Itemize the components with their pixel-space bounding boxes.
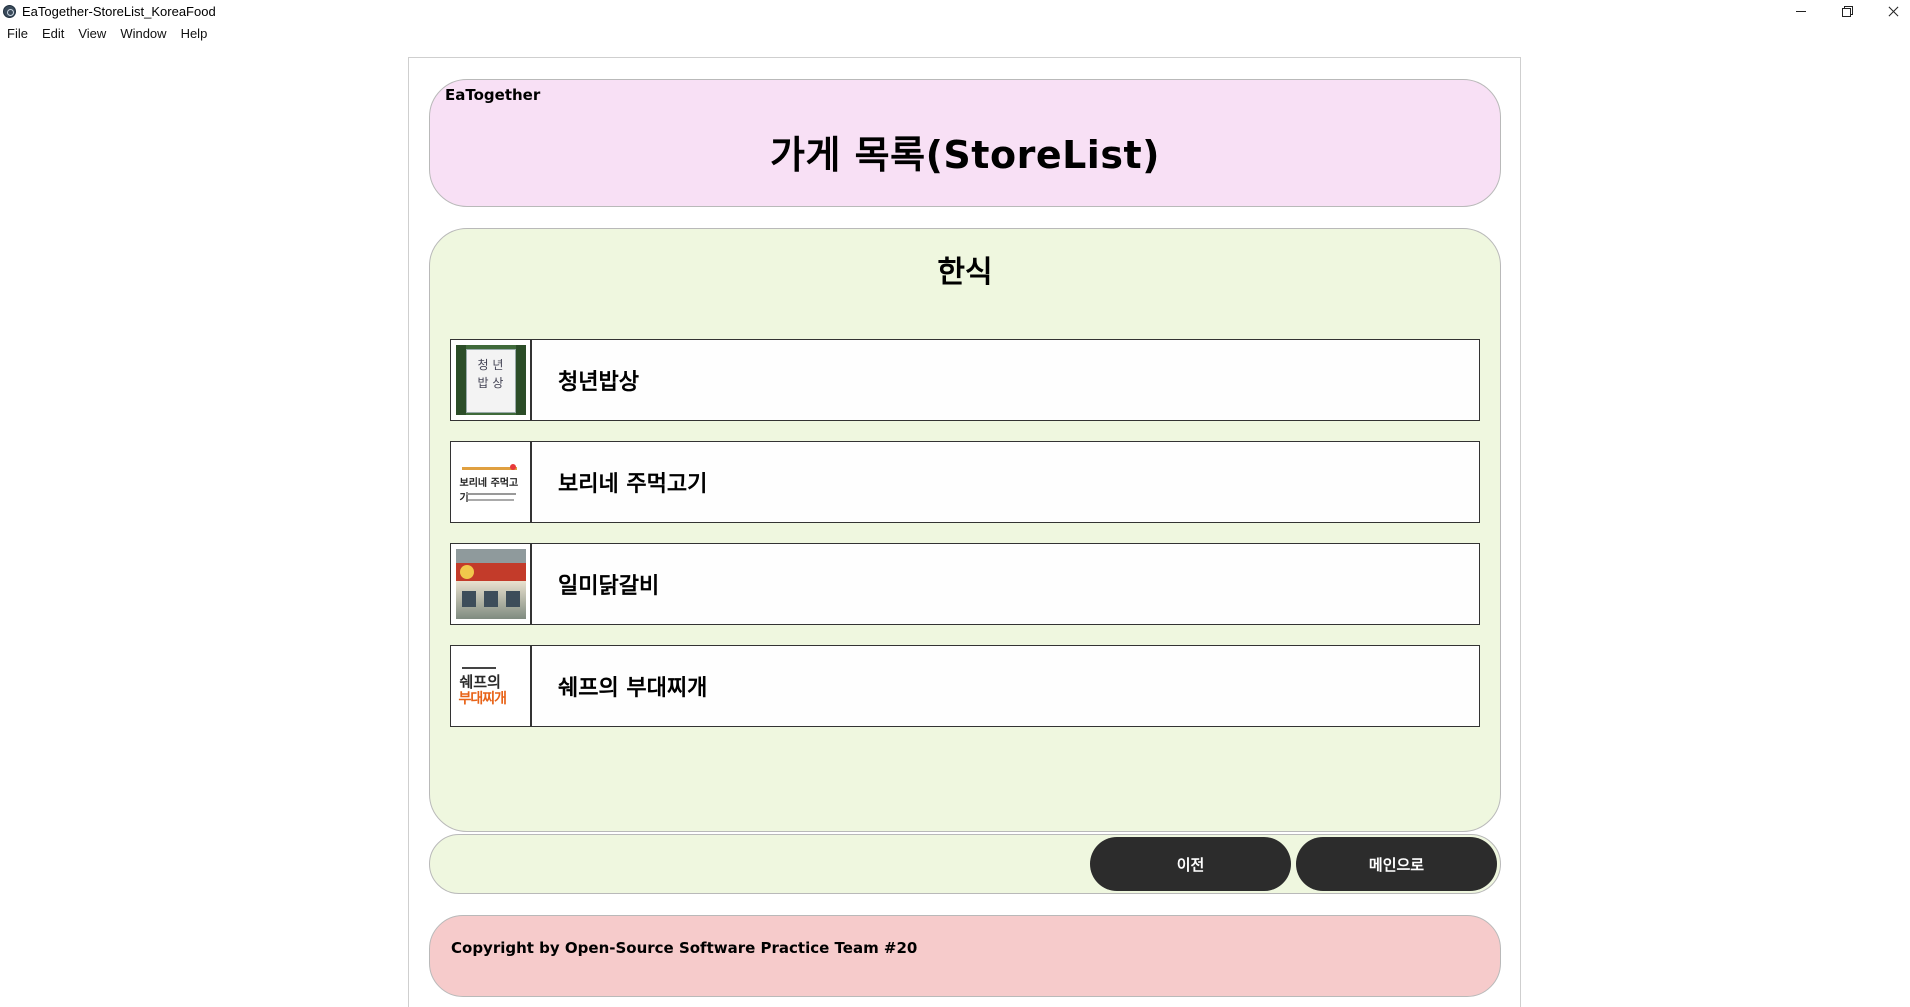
store-name: 쉐프의 부대찌개 <box>558 676 708 701</box>
brand-label: EaTogether <box>445 86 541 104</box>
store-list: 청 년 밥 상 청년밥상 보리네 주먹고기 보리네 주먹고기 일미닭갈비 쉐프의… <box>450 339 1480 747</box>
store-photo-logo: 쉐프의 부대찌개 <box>455 651 526 721</box>
app-icon <box>3 5 16 18</box>
close-button[interactable] <box>1870 0 1910 22</box>
close-icon <box>1888 6 1899 17</box>
store-list-panel: 한식 청 년 밥 상 청년밥상 보리네 주먹고기 보리네 주먹고기 일미닭갈비 … <box>429 228 1501 832</box>
store-photo-text: 청 년 <box>477 358 504 372</box>
copyright-text: Copyright by Open-Source Software Practi… <box>451 939 918 957</box>
title-bar: EaTogether-StoreList_KoreaFood <box>0 0 1910 22</box>
menu-help[interactable]: Help <box>174 24 215 44</box>
store-photo-text: 부대찌개 <box>458 691 508 707</box>
store-photo-sign: 청 년 밥 상 <box>455 345 526 415</box>
menu-bar: File Edit View Window Help <box>0 24 214 44</box>
store-thumbnail-cell: 청 년 밥 상 <box>451 340 532 420</box>
menu-file[interactable]: File <box>0 24 35 44</box>
store-item[interactable]: 쉐프의 부대찌개 쉐프의 부대찌개 <box>450 645 1480 727</box>
store-photo-text: 밥 상 <box>477 376 504 390</box>
store-thumbnail-cell <box>451 544 532 624</box>
page-title: 가게 목록(StoreList) <box>770 133 1160 177</box>
restore-button[interactable] <box>1824 0 1870 22</box>
store-thumbnail-cell: 보리네 주먹고기 <box>451 442 532 522</box>
main-menu-button[interactable]: 메인으로 <box>1296 837 1497 891</box>
store-name: 청년밥상 <box>558 370 639 395</box>
store-item[interactable]: 보리네 주먹고기 보리네 주먹고기 <box>450 441 1480 523</box>
menu-window[interactable]: Window <box>113 24 173 44</box>
menu-edit[interactable]: Edit <box>35 24 71 44</box>
store-name: 일미닭갈비 <box>558 574 660 599</box>
store-item[interactable]: 청 년 밥 상 청년밥상 <box>450 339 1480 421</box>
header-panel: EaTogether 가게 목록(StoreList) <box>429 79 1501 207</box>
store-photo-front <box>455 549 526 619</box>
store-name: 보리네 주먹고기 <box>558 472 708 497</box>
store-thumbnail-cell: 쉐프의 부대찌개 <box>451 646 532 726</box>
page-frame: EaTogether 가게 목록(StoreList) 한식 청 년 밥 상 청… <box>408 57 1521 1007</box>
restore-icon <box>1842 6 1853 17</box>
previous-button[interactable]: 이전 <box>1090 837 1291 891</box>
window-title: EaTogether-StoreList_KoreaFood <box>22 4 216 19</box>
category-title: 한식 <box>937 255 993 290</box>
minimize-button[interactable] <box>1778 0 1824 22</box>
store-photo-card: 보리네 주먹고기 <box>455 447 526 517</box>
minimize-icon <box>1796 10 1806 12</box>
menu-view[interactable]: View <box>71 24 113 44</box>
footer-panel: Copyright by Open-Source Software Practi… <box>429 915 1501 997</box>
store-item[interactable]: 일미닭갈비 <box>450 543 1480 625</box>
navigation-bar: 이전 메인으로 <box>429 834 1501 894</box>
